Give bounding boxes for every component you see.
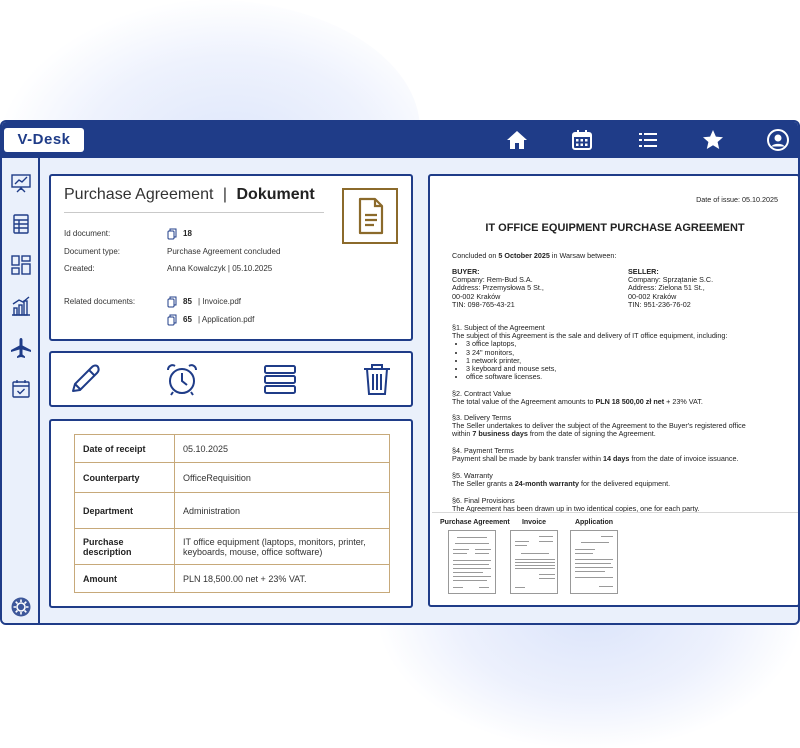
table-row: Purchase description IT office equipment… xyxy=(74,528,390,565)
table-value: Administration xyxy=(174,492,390,529)
related-link[interactable]: | Invoice.pdf xyxy=(198,297,241,306)
table-value: OfficeRequisition xyxy=(174,462,390,493)
related-id[interactable]: 65 xyxy=(183,315,192,324)
related-label: Related documents: xyxy=(64,297,136,306)
home-icon[interactable] xyxy=(505,128,529,152)
page-title: Purchase Agreement | Dokument xyxy=(64,186,315,204)
table-key: Counterparty xyxy=(74,462,175,493)
id-label: Id document: xyxy=(64,229,111,238)
created-label: Created: xyxy=(64,264,95,273)
spreadsheet-icon[interactable] xyxy=(10,213,32,235)
app-logo[interactable]: V-Desk xyxy=(4,128,84,152)
thumbnail-invoice[interactable]: Invoice xyxy=(502,519,566,594)
table-key: Purchase description xyxy=(74,528,175,565)
table-key: Amount xyxy=(74,564,175,593)
copy-icon xyxy=(167,313,177,326)
created-value: Anna Kowalczyk | 05.10.2025 xyxy=(167,264,273,273)
calendar-check-icon[interactable] xyxy=(10,378,32,400)
document-info-panel: Purchase Agreement | Dokument Id documen… xyxy=(49,174,413,341)
section-payment: §4. Payment Terms Payment shall be made … xyxy=(452,446,739,464)
seller-block: SELLER: Company: Sprzątanie S.C. Address… xyxy=(628,267,714,309)
type-value: Purchase Agreement concluded xyxy=(167,247,281,256)
table-value: 05.10.2025 xyxy=(174,434,390,463)
copy-icon xyxy=(167,227,177,240)
table-key: Date of receipt xyxy=(74,434,175,463)
details-panel: Date of receipt 05.10.2025 Counterparty … xyxy=(49,419,413,608)
dashboard-icon[interactable] xyxy=(10,254,32,276)
table-row: Counterparty OfficeRequisition xyxy=(74,462,390,493)
details-table: Date of receipt 05.10.2025 Counterparty … xyxy=(74,434,390,593)
related-id[interactable]: 85 xyxy=(183,297,192,306)
table-row: Amount PLN 18,500.00 net + 23% VAT. xyxy=(74,564,390,593)
divider xyxy=(64,212,324,213)
section-delivery: §3. Delivery Terms The Seller undertakes… xyxy=(452,413,746,439)
section-warranty: §5. Warranty The Seller grants a 24-mont… xyxy=(452,471,671,489)
document-title: Purchase Agreement xyxy=(64,186,214,203)
document-kind: Dokument xyxy=(236,186,315,203)
action-bar xyxy=(49,351,413,407)
table-value: IT office equipment (laptops, monitors, … xyxy=(174,528,390,565)
stack-icon[interactable] xyxy=(262,361,298,397)
alarm-clock-icon[interactable] xyxy=(164,361,200,397)
settings-icon[interactable] xyxy=(10,596,32,618)
list-icon[interactable] xyxy=(636,128,660,152)
document-preview[interactable]: Date of issue: 05.10.2025 IT OFFICE EQUI… xyxy=(452,196,778,514)
thumbnail-page[interactable] xyxy=(510,530,558,594)
table-row: Department Administration xyxy=(74,492,390,529)
sidebar xyxy=(2,158,40,623)
type-label: Document type: xyxy=(64,247,121,256)
related-link[interactable]: | Application.pdf xyxy=(198,315,254,324)
section-final: §6. Final Provisions The Agreement has b… xyxy=(452,496,700,514)
table-value: PLN 18,500.00 net + 23% VAT. xyxy=(174,564,390,593)
app-window: V-Desk Purchase Agreement | Dokument Id … xyxy=(0,120,800,625)
thumbnail-page[interactable] xyxy=(448,530,496,594)
airplane-icon[interactable] xyxy=(10,337,32,359)
top-bar: V-Desk xyxy=(2,122,798,158)
attachment-strip: Purchase Agreement Invoice Application xyxy=(432,512,798,598)
copy-icon xyxy=(167,295,177,308)
thumbnail-purchase-agreement[interactable]: Purchase Agreement xyxy=(440,519,510,594)
bar-chart-icon[interactable] xyxy=(10,295,32,317)
document-preview-panel: Date of issue: 05.10.2025 IT OFFICE EQUI… xyxy=(428,174,798,607)
agreement-heading: IT OFFICE EQUIPMENT PURCHASE AGREEMENT xyxy=(485,222,745,234)
concluded-line: Concluded on 5 October 2025 in Warsaw be… xyxy=(452,251,617,260)
star-icon[interactable] xyxy=(701,128,725,152)
thumbnail-page[interactable] xyxy=(570,530,618,594)
section-value: §2. Contract Value The total value of th… xyxy=(452,389,703,407)
issue-date: Date of issue: 05.10.2025 xyxy=(696,196,778,204)
table-key: Department xyxy=(74,492,175,529)
title-separator: | xyxy=(222,186,228,203)
trash-icon[interactable] xyxy=(359,361,395,397)
buyer-block: BUYER: Company: Rem-Bud S.A. Address: Pr… xyxy=(452,267,544,309)
edit-icon[interactable] xyxy=(67,361,103,397)
calendar-icon[interactable] xyxy=(570,128,594,152)
presentation-icon[interactable] xyxy=(10,172,32,194)
table-row: Date of receipt 05.10.2025 xyxy=(74,434,390,463)
section-subject: §1. Subject of the Agreement The subject… xyxy=(452,323,778,381)
thumbnail-application[interactable]: Application xyxy=(562,519,626,594)
user-icon[interactable] xyxy=(766,128,790,152)
document-icon xyxy=(342,188,398,244)
id-value: 18 xyxy=(183,229,192,238)
